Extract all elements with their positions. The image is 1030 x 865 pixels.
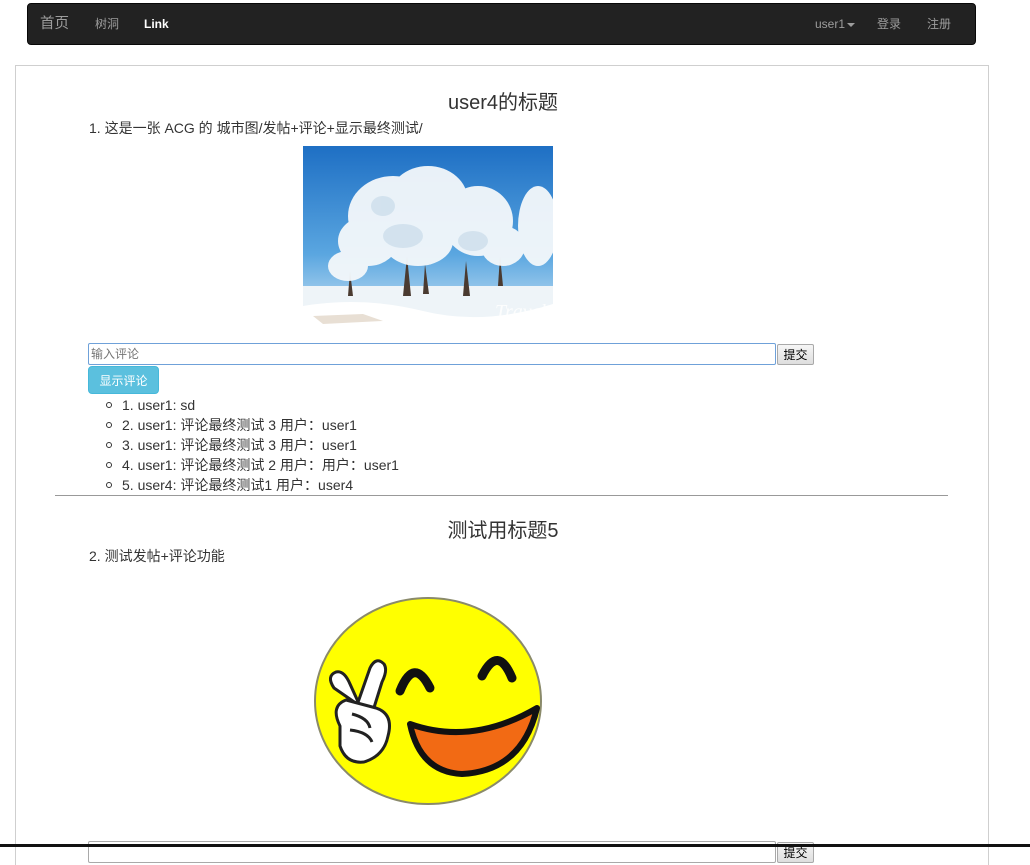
- nav-login-link[interactable]: 登录: [877, 4, 901, 44]
- show-comments-button[interactable]: 显示评论: [88, 366, 159, 394]
- smiley-image: [312, 596, 544, 806]
- post-description: 2. 测试发帖+评论功能: [89, 548, 225, 564]
- nav-treehole-link[interactable]: 树洞: [95, 4, 119, 44]
- comment-item: 3. user1: 评论最终测试 3 用户：user1: [106, 436, 399, 456]
- nav-register-link[interactable]: 注册: [927, 4, 951, 44]
- post-title: 测试用标题5: [447, 520, 559, 542]
- comment-item: 4. user1: 评论最终测试 2 用户：用户：user1: [106, 456, 399, 476]
- traveler-watermark: Traveler: [495, 301, 553, 323]
- comment-input[interactable]: [88, 343, 776, 365]
- post-description: 1. 这是一张 ACG 的 城市图/发帖+评论+显示最终测试/: [89, 120, 423, 136]
- nav-home-link[interactable]: 首页: [40, 4, 69, 44]
- top-navbar: 首页 树洞 Link user1 登录 注册: [27, 3, 976, 45]
- comment-item: 5. user4: 评论最终测试1 用户：user4: [106, 476, 399, 496]
- post-divider: [55, 495, 948, 496]
- caret-down-icon: [847, 22, 856, 27]
- user-name: user1: [815, 17, 846, 31]
- comment-item: 1. user1: sd: [106, 396, 399, 416]
- user-dropdown[interactable]: user1: [815, 4, 856, 44]
- post-title: user4的标题: [447, 92, 559, 114]
- nav-link-active[interactable]: Link: [144, 4, 169, 44]
- comment-item: 2. user1: 评论最终测试 3 用户：user1: [106, 416, 399, 436]
- submit-comment-button[interactable]: 提交: [777, 344, 814, 365]
- comment-list: 1. user1: sd 2. user1: 评论最终测试 3 用户：user1…: [106, 396, 399, 496]
- snow-tree-image: Traveler: [303, 146, 553, 326]
- posts-panel: user4的标题 1. 这是一张 ACG 的 城市图/发帖+评论+显示最终测试/: [15, 65, 989, 865]
